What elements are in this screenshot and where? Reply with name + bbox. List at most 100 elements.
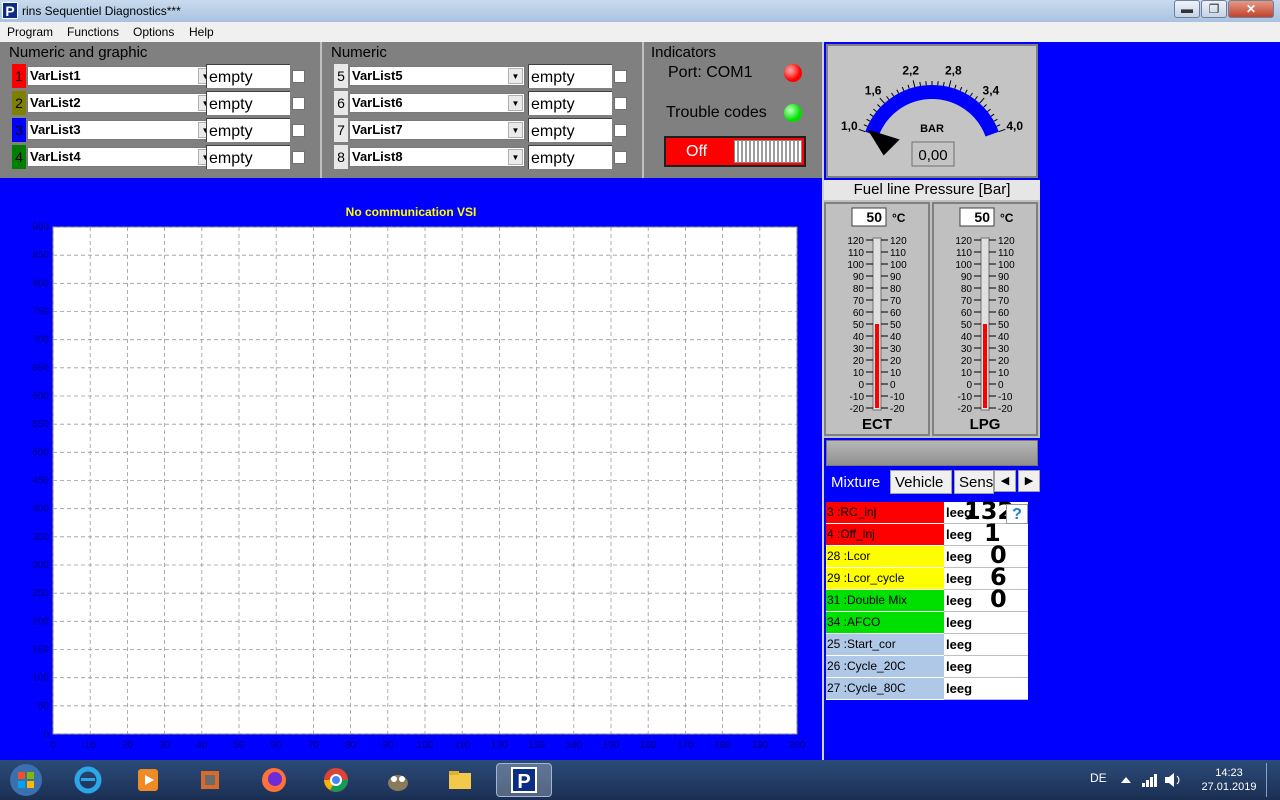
explorer-icon[interactable] — [442, 763, 478, 797]
y-tick-label: 300 — [32, 560, 49, 571]
minimize-button[interactable]: ▬ — [1174, 0, 1200, 18]
mixture-row[interactable]: 27 :Cycle_80C leeg — [826, 678, 1028, 700]
connection-switch[interactable]: Off — [664, 136, 806, 167]
numeric-graphic-group: Numeric and graphic 1 VarList1▼ empty 2 … — [0, 42, 322, 178]
x-tick-label: 180 — [714, 740, 731, 751]
gauge-tick-label: 1,0 — [841, 119, 858, 133]
thermo-tick-label: -10 — [890, 392, 905, 403]
mixture-row[interactable]: 26 :Cycle_20C leeg — [826, 656, 1028, 678]
series-number: 6 — [334, 91, 348, 115]
clock[interactable]: 14:23 27.01.2019 — [1200, 766, 1258, 794]
thermo-tick-label: 60 — [998, 308, 1010, 319]
menu-functions[interactable]: Functions — [67, 25, 119, 39]
gauge-tick — [990, 113, 995, 117]
thermo-tick-label: 30 — [890, 344, 902, 355]
tab-strip: Mixture Vehicle Sens ◀ ▶ — [824, 468, 1040, 494]
menu-program[interactable]: Program — [7, 25, 53, 39]
thermo-tick-label: 40 — [961, 332, 973, 343]
taskbar: P DE 14:23 27.01.2019 — [0, 760, 1280, 800]
tab-vehicle[interactable]: Vehicle — [890, 470, 952, 494]
thermo-tick-label: 10 — [998, 368, 1010, 379]
thermometer-scale: 50 °C120 120110 110100 10090 9080 8070 7060 6050… — [847, 207, 907, 433]
chevron-down-icon[interactable]: ▼ — [508, 95, 523, 111]
thermo-tick-label: 50 — [998, 320, 1010, 331]
maximize-button[interactable]: ❐ — [1201, 0, 1227, 18]
graph-checkbox[interactable] — [292, 70, 305, 83]
start-button[interactable] — [4, 763, 48, 797]
variable-select[interactable]: VarList8 ▼ — [349, 147, 525, 167]
show-desktop-button[interactable] — [1266, 763, 1278, 797]
graph-checkbox[interactable] — [614, 151, 627, 164]
mixture-label: 26 :Cycle_20C — [826, 656, 944, 678]
thermo-tick-label: 100 — [890, 260, 907, 271]
y-tick-label: 500 — [32, 447, 49, 458]
chrome-icon[interactable] — [318, 763, 354, 797]
menu-options[interactable]: Options — [133, 25, 174, 39]
gauge-tick — [912, 80, 916, 88]
ie-icon[interactable] — [70, 763, 106, 797]
x-tick-label: 150 — [603, 740, 620, 751]
app-tool-icon[interactable] — [192, 763, 228, 797]
x-tick-label: 20 — [122, 740, 134, 751]
variable-select[interactable]: VarList3▼ — [27, 120, 215, 140]
x-tick-label: 70 — [308, 740, 320, 751]
variable-select[interactable]: VarList7 ▼ — [349, 120, 525, 140]
variable-select[interactable]: VarList1▼ — [27, 66, 215, 86]
chart-area: No communication VSI 0 10 20 30 40 50 60 70 80 90… — [0, 180, 822, 760]
tray-expand-icon[interactable] — [1116, 763, 1136, 797]
tab-mixture[interactable]: Mixture — [826, 470, 888, 494]
thermo-unit: °C — [892, 211, 906, 225]
graph-checkbox[interactable] — [614, 124, 627, 137]
thermo-tick-label: 90 — [961, 272, 973, 283]
svg-text:P: P — [517, 771, 530, 793]
mixture-row[interactable]: 25 :Start_cor leeg — [826, 634, 1028, 656]
gauge-tick — [998, 128, 1006, 133]
value-display: empty — [528, 145, 612, 169]
volume-icon[interactable] — [1162, 763, 1186, 797]
gauge-tick — [987, 108, 991, 113]
x-tick-label: 160 — [640, 740, 657, 751]
graph-checkbox[interactable] — [292, 124, 305, 137]
media-player-icon[interactable] — [130, 763, 166, 797]
chevron-down-icon[interactable]: ▼ — [508, 68, 523, 84]
variable-select[interactable]: VarList4▼ — [27, 147, 215, 167]
horizontal-slider[interactable] — [826, 440, 1038, 466]
app-icon: P — [2, 2, 18, 19]
digit: 0 — [990, 585, 1007, 613]
graph-checkbox[interactable] — [292, 151, 305, 164]
close-button[interactable]: ✕ — [1228, 0, 1274, 18]
gauge-tick — [886, 96, 890, 100]
variable-select[interactable]: VarList5 ▼ — [349, 66, 525, 86]
gauge-tick — [866, 118, 871, 122]
trouble-codes-led[interactable] — [784, 104, 802, 122]
variable-select[interactable]: VarList2▼ — [27, 93, 215, 113]
mixture-row[interactable]: 34 :AFCO leeg — [826, 612, 1028, 634]
language-indicator[interactable]: DE — [1090, 771, 1107, 785]
gimp-icon[interactable] — [380, 763, 416, 797]
graph-checkbox[interactable] — [614, 70, 627, 83]
variable-name: VarList6 — [352, 95, 403, 110]
variable-select[interactable]: VarList6 ▼ — [349, 93, 525, 113]
chevron-down-icon[interactable]: ▼ — [508, 122, 523, 138]
thermo-tick-label: 40 — [853, 332, 865, 343]
x-tick-label: 60 — [271, 740, 283, 751]
graph-checkbox[interactable] — [614, 97, 627, 110]
variable-name: VarList2 — [30, 95, 81, 110]
menu-help[interactable]: Help — [189, 25, 214, 39]
thermometers: 50 °C 120 120 110 110 100 100 90 90 80 80 70 70 60 60 50… — [824, 200, 1040, 438]
chevron-down-icon[interactable]: ▼ — [508, 149, 523, 165]
mixture-label: 28 :Lcor — [826, 546, 944, 568]
y-tick-label: 700 — [32, 335, 49, 346]
switch-knob[interactable] — [734, 140, 802, 163]
thermo-tick-label: 100 — [847, 260, 864, 271]
tab-scroll-right-icon[interactable]: ▶ — [1018, 470, 1040, 492]
help-icon[interactable]: ? — [1006, 504, 1028, 524]
series-number: 7 — [334, 118, 348, 142]
firefox-icon[interactable] — [256, 763, 292, 797]
tab-scroll-left-icon[interactable]: ◀ — [994, 470, 1016, 492]
variable-name: VarList4 — [30, 149, 81, 164]
graph-checkbox[interactable] — [292, 97, 305, 110]
tab-sensors[interactable]: Sens — [954, 470, 994, 494]
prins-diagnostics-taskbar-icon[interactable]: P — [496, 763, 552, 797]
network-icon[interactable] — [1140, 763, 1160, 797]
